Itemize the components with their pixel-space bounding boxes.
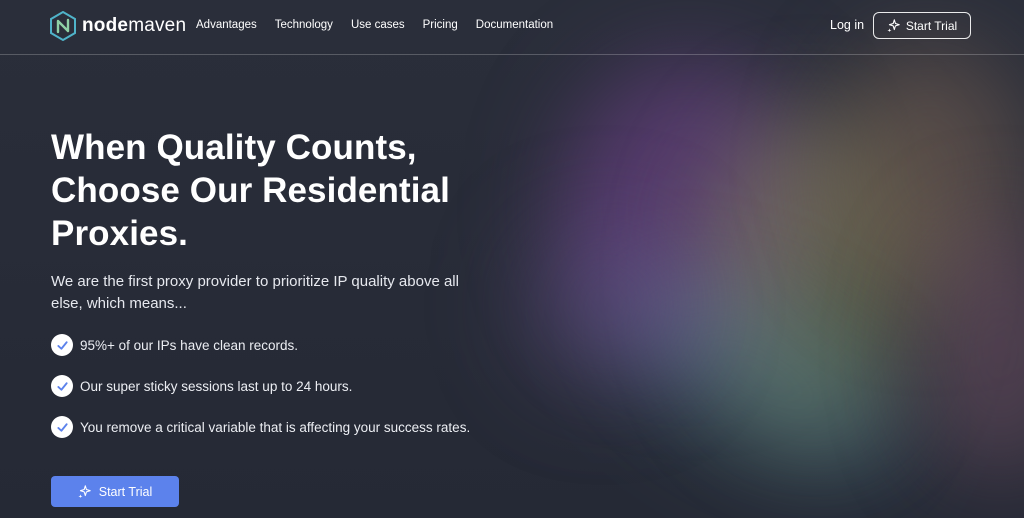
nav-link-advantages[interactable]: Advantages [196,19,257,31]
feature-item: Our super sticky sessions last up to 24 … [51,374,521,398]
feature-text: 95%+ of our IPs have clean records. [80,337,298,353]
feature-list: 95%+ of our IPs have clean records. Our … [51,333,521,439]
main-menu: Advantages Technology Use cases Pricing … [196,19,553,31]
hero-title-line: Proxies. [51,214,188,253]
nav-link-technology[interactable]: Technology [275,19,333,31]
hero-title-line: Choose Our Residential [51,171,450,210]
top-navigation: nodemaven Advantages Technology Use case… [0,0,1024,55]
nav-link-pricing[interactable]: Pricing [423,19,458,31]
check-circle-icon [51,334,73,356]
sparkle-icon [78,485,91,498]
feature-item: 95%+ of our IPs have clean records. [51,333,521,357]
nav-start-trial-label: Start Trial [905,18,958,33]
hero-subtitle: We are the first proxy provider to prior… [51,273,459,312]
brand-wordmark: nodemaven [82,15,187,36]
check-circle-icon [51,375,73,397]
check-circle-icon [51,416,73,438]
hero-start-trial-label: Start Trial [98,484,153,499]
feature-item: You remove a critical variable that is a… [51,415,521,439]
hero-title-line: When Quality Counts, [51,128,417,167]
hero-section: When Quality Counts, Choose Our Resident… [51,126,521,456]
feature-text: Our super sticky sessions last up to 24 … [80,378,353,394]
hero-start-trial-button[interactable]: Start Trial [51,476,179,507]
brand-logo[interactable]: nodemaven [50,11,186,41]
hero-title: When Quality Counts, Choose Our Resident… [51,126,521,255]
nav-start-trial-button[interactable]: Start Trial [873,12,971,39]
sparkle-icon [887,19,900,32]
feature-text: You remove a critical variable that is a… [80,419,471,435]
nav-link-documentation[interactable]: Documentation [476,19,553,31]
login-link[interactable]: Log in [830,18,864,32]
nav-link-use-cases[interactable]: Use cases [351,19,405,31]
logo-icon [50,11,76,41]
